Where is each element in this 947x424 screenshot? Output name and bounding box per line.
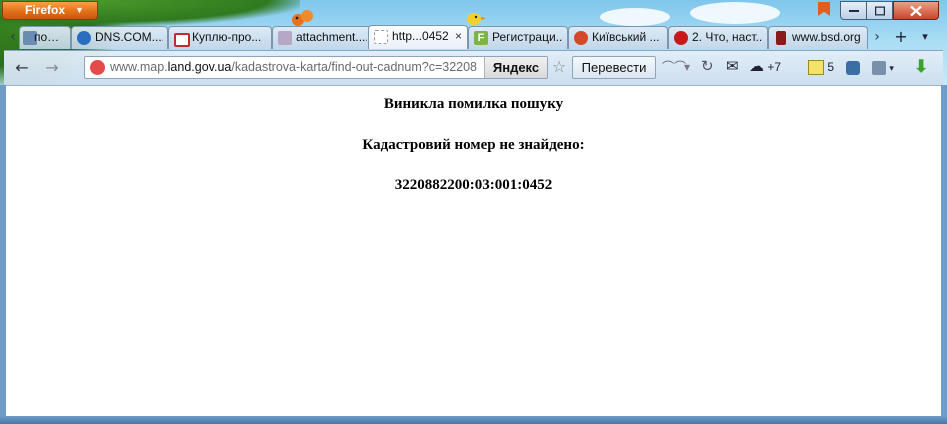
history-dropdown-button[interactable]: ▾: [684, 57, 690, 77]
tab-bar: ‹ по… DNS.COM.... Куплю-про... attachmen…: [6, 25, 941, 50]
tab-label: Куплю-про...: [192, 30, 262, 44]
tab-label: по…: [34, 30, 60, 44]
page-content: Виникла помилка пошуку Кадастровий номер…: [6, 85, 941, 417]
ornament-icon: [574, 31, 588, 45]
chevron-down-icon: ▼: [75, 5, 84, 15]
error-message: Кадастровий номер не знайдено:: [362, 137, 585, 153]
tab-5[interactable]: F Регистраци...: [468, 26, 568, 49]
downloads-button[interactable]: ⬇: [914, 57, 928, 77]
site-identity-icon[interactable]: [90, 60, 105, 75]
tab-label: www.bsd.org: [792, 30, 861, 44]
star-icon: ☆: [551, 57, 567, 76]
cloud-icon: ☁: [749, 58, 764, 75]
translate-button[interactable]: Перевести: [572, 56, 656, 79]
bookmarks-menu-button[interactable]: ▾: [872, 57, 894, 77]
bookmark-star-button[interactable]: ☆: [549, 57, 569, 77]
tab-scroll-right-button[interactable]: ›: [870, 25, 884, 49]
dotted-page-icon: [374, 30, 388, 44]
chevron-down-icon: ▾: [684, 60, 691, 74]
attachment-thumb-icon: [278, 31, 292, 45]
tab-0[interactable]: по…: [19, 26, 71, 49]
translate-label: Перевести: [581, 60, 647, 75]
window-frame-bottom: [0, 416, 947, 424]
new-tab-button[interactable]: +: [890, 25, 912, 49]
reader-glasses-button[interactable]: ⌒⌒: [662, 57, 686, 77]
back-arrow-icon: ←: [15, 58, 29, 77]
yandex-search-button[interactable]: Яндекс: [484, 57, 547, 78]
tab-4-selected[interactable]: http...0452 ×: [368, 25, 468, 49]
address-bar[interactable]: www.map.land.gov.ua/kadastrova-karta/fin…: [84, 56, 548, 79]
download-arrow-icon: ⬇: [914, 57, 929, 76]
tab-label: Київський ...: [592, 30, 660, 44]
firefox-menu-label: Firefox: [25, 3, 66, 17]
close-tab-icon[interactable]: ×: [455, 26, 462, 47]
tab-3[interactable]: attachment....: [272, 26, 372, 49]
list-all-tabs-button[interactable]: ▾: [914, 25, 936, 49]
maximize-icon: [874, 6, 885, 15]
chevron-down-icon: ▾: [889, 63, 894, 73]
tab-label: http...0452: [392, 29, 449, 43]
navigation-toolbar: ← → www.map.land.gov.ua/kadastrova-karta…: [4, 50, 943, 85]
extension-button[interactable]: [846, 57, 860, 77]
yandex-logo: Яндекс: [492, 60, 540, 75]
weather-temperature: +7: [767, 60, 782, 74]
dns-globe-icon: [77, 31, 91, 45]
back-button[interactable]: ←: [10, 56, 34, 80]
forward-button[interactable]: →: [40, 56, 64, 80]
tab-7[interactable]: 2. Что, наст...: [668, 26, 768, 49]
tab-6[interactable]: Київський ...: [568, 26, 668, 49]
bsd-icon: [776, 31, 786, 45]
close-icon: [910, 5, 922, 16]
tab-label: Регистраци...: [492, 30, 563, 44]
weather-button[interactable]: ☁ +7: [749, 57, 781, 77]
reload-button[interactable]: ↻: [701, 57, 714, 77]
tab-1[interactable]: DNS.COM....: [71, 26, 168, 49]
tab-8[interactable]: www.bsd.org: [768, 26, 868, 49]
url-prefix: www.map.: [110, 60, 168, 74]
window-frame-right: [941, 85, 947, 416]
minimize-button[interactable]: [840, 1, 867, 20]
red-bird-icon: [674, 31, 688, 45]
tab-scroll-left-button[interactable]: ‹: [6, 25, 20, 49]
tab-label: attachment....: [296, 30, 367, 44]
cloud-decoration: [690, 2, 780, 24]
url-host: land.gov.ua: [167, 60, 232, 74]
close-window-button[interactable]: [893, 1, 939, 20]
notes-button[interactable]: 5: [808, 57, 834, 77]
house-icon: [174, 33, 190, 47]
cadastral-number: 3220882200:03:001:0452: [394, 177, 553, 193]
url-text[interactable]: www.map.land.gov.ua/kadastrova-karta/fin…: [110, 57, 477, 78]
cloud-decoration: [600, 8, 670, 26]
forward-arrow-icon: →: [45, 58, 59, 77]
tab-label: DNS.COM....: [95, 30, 163, 44]
maximize-button[interactable]: [866, 1, 893, 20]
puzzle-icon: [846, 60, 860, 75]
browser-window: Firefox ▼ ‹ по… DNS.COM.... Куплю-про...…: [0, 0, 947, 424]
bookmarks-icon: [872, 60, 886, 75]
notes-count: 5: [827, 60, 835, 74]
envelope-icon: ✉: [726, 58, 739, 75]
tab-2[interactable]: Куплю-про...: [168, 26, 272, 49]
tab-label: 2. Что, наст...: [692, 30, 763, 44]
f-logo-icon: F: [474, 31, 488, 45]
error-title: Виникла помилка пошуку: [383, 96, 564, 112]
firefox-menu-button[interactable]: Firefox ▼: [2, 1, 98, 20]
mail-button[interactable]: ✉: [726, 57, 739, 77]
minimize-icon: [848, 9, 859, 12]
notes-icon: [808, 60, 824, 76]
reload-icon: ↻: [701, 58, 714, 75]
glasses-icon: ⌒⌒: [662, 60, 687, 74]
url-path: /kadastrova-karta/find-out-cadnum?c=3220…: [231, 60, 477, 74]
